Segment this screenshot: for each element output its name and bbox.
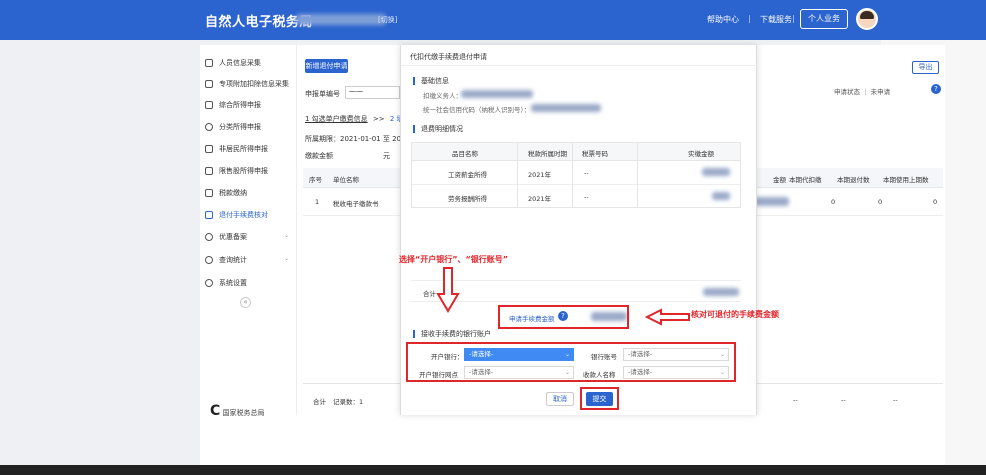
sidebar-item-deduction[interactable]: 专项附加扣除信息采集 [205,76,295,92]
table-row[interactable]: 劳务报酬所得 2021年 -- [412,185,740,209]
personal-business-button[interactable]: 个人业务 [800,9,848,29]
sidebar-item-query[interactable]: 查询统计 ⌄ [205,252,295,268]
switch-link[interactable]: [切换] [378,15,397,25]
sidebar-item-settings[interactable]: 系统设置 [205,275,295,291]
separator: | [748,14,751,23]
cancel-button[interactable]: 取消 [546,392,574,406]
avatar[interactable] [856,8,878,30]
highlight-refund-amount [498,305,629,329]
sidebar-item-comprehensive[interactable]: 综合所得申报 [205,97,295,113]
apply-no-label: 申报单编号 [305,90,340,98]
gear-icon [205,279,213,287]
left-arrow-icon [645,308,690,326]
period-info: 所属期限：2021-01-01 至 2021 [305,135,410,143]
sidebar-item-fee-refund[interactable]: 退付手续费核对 [205,207,295,223]
help-icon[interactable]: ? [931,84,941,94]
withholder-label: 扣缴义务人： [423,92,462,100]
sidebar-item-restricted-stock[interactable]: 限售股所得申报 [205,163,295,179]
refund-table: 品目名称 税款所属时期 税票号码 实缴金额 工资薪金所得 2021年 -- 劳务… [411,142,741,208]
table-row[interactable]: 工资薪金所得 2021年 -- [412,161,740,185]
help-center-link[interactable]: 帮助中心 [707,14,739,25]
redacted-amount [712,192,730,200]
redacted-taxpayer-name [296,14,386,25]
highlight-bank-fields [406,342,736,382]
separator: | [792,14,795,23]
download-service-link[interactable]: 下载服务 [760,14,792,25]
search-icon [205,256,213,264]
col-header: 本期退付数 [837,176,870,184]
layers-icon [205,101,213,109]
top-navbar: 自然人电子税务局 [切换] 帮助中心 | 下载服务 | 个人业务 [0,0,986,40]
apply-no-field[interactable]: 一一 [345,86,400,99]
taskbar-edge [0,465,986,475]
sidebar-item-person-info[interactable]: 人员信息采集 [205,55,295,71]
export-button[interactable]: 导出 [912,61,939,74]
form-icon [205,80,213,88]
footer-logo: C 国家税务总局 [210,403,265,419]
redacted-credit-code [531,104,601,112]
chevron-down-icon: ⌄ [283,255,289,262]
modal-total-row: 合计 [411,280,741,302]
annotation-check-fee: 核对可退付的手续费金额 [691,310,779,319]
clock-icon [205,123,213,131]
step-indicator: 1 勾选单户缴费信息 >> 2 填 [305,115,404,123]
folder-icon [205,189,213,197]
redacted-amount [755,197,789,206]
chart-icon [205,167,213,175]
col-header: 序号 [309,176,322,184]
circle-icon [205,233,213,241]
user-icon [205,59,213,67]
highlight-submit [580,387,619,410]
sidebar-item-tax-payment[interactable]: 税款缴纳 [205,185,295,201]
down-arrow-icon [436,267,460,313]
person-icon [205,145,213,153]
chevron-down-icon: ⌄ [283,232,289,239]
col-header: 单位名称 [333,176,359,184]
collapse-sidebar-button[interactable]: « [240,297,251,308]
amount-info: 缴款金额元 [305,152,390,160]
sidebar: 人员信息采集 专项附加扣除信息采集 综合所得申报 分类所得申报 非居民所得申报 … [200,45,297,415]
redacted-total [703,288,739,296]
redacted-withholder [461,90,533,98]
doc-icon [205,211,213,219]
col-header: 金额 [773,176,786,184]
section-basic-info: 基础信息 [413,77,449,85]
sidebar-item-nonresident[interactable]: 非居民所得申报 [205,141,295,157]
credit-code-label: 统一社会信用代码（纳税人识别号）： [423,106,531,114]
col-header: 本期代扣缴 [789,176,822,184]
sidebar-item-optional[interactable]: 优惠备案 ⌄ [205,229,295,245]
section-bank-account: 接收手续费的银行账户 [413,330,491,338]
new-refund-button[interactable]: 新增退付申请 [305,59,348,73]
col-header: 本期使用上期数 [883,176,929,184]
redacted-amount [702,168,730,176]
modal-title: 代扣代缴手续费退付申请 [410,53,487,61]
annotation-select-bank: 选择“开户银行”、“银行账号” [399,255,509,264]
sidebar-item-classified[interactable]: 分类所得申报 [205,119,295,135]
section-refund-details: 退费明细情况 [413,125,463,133]
status-info: 申请状态 ｜ 未申请 [834,88,891,96]
